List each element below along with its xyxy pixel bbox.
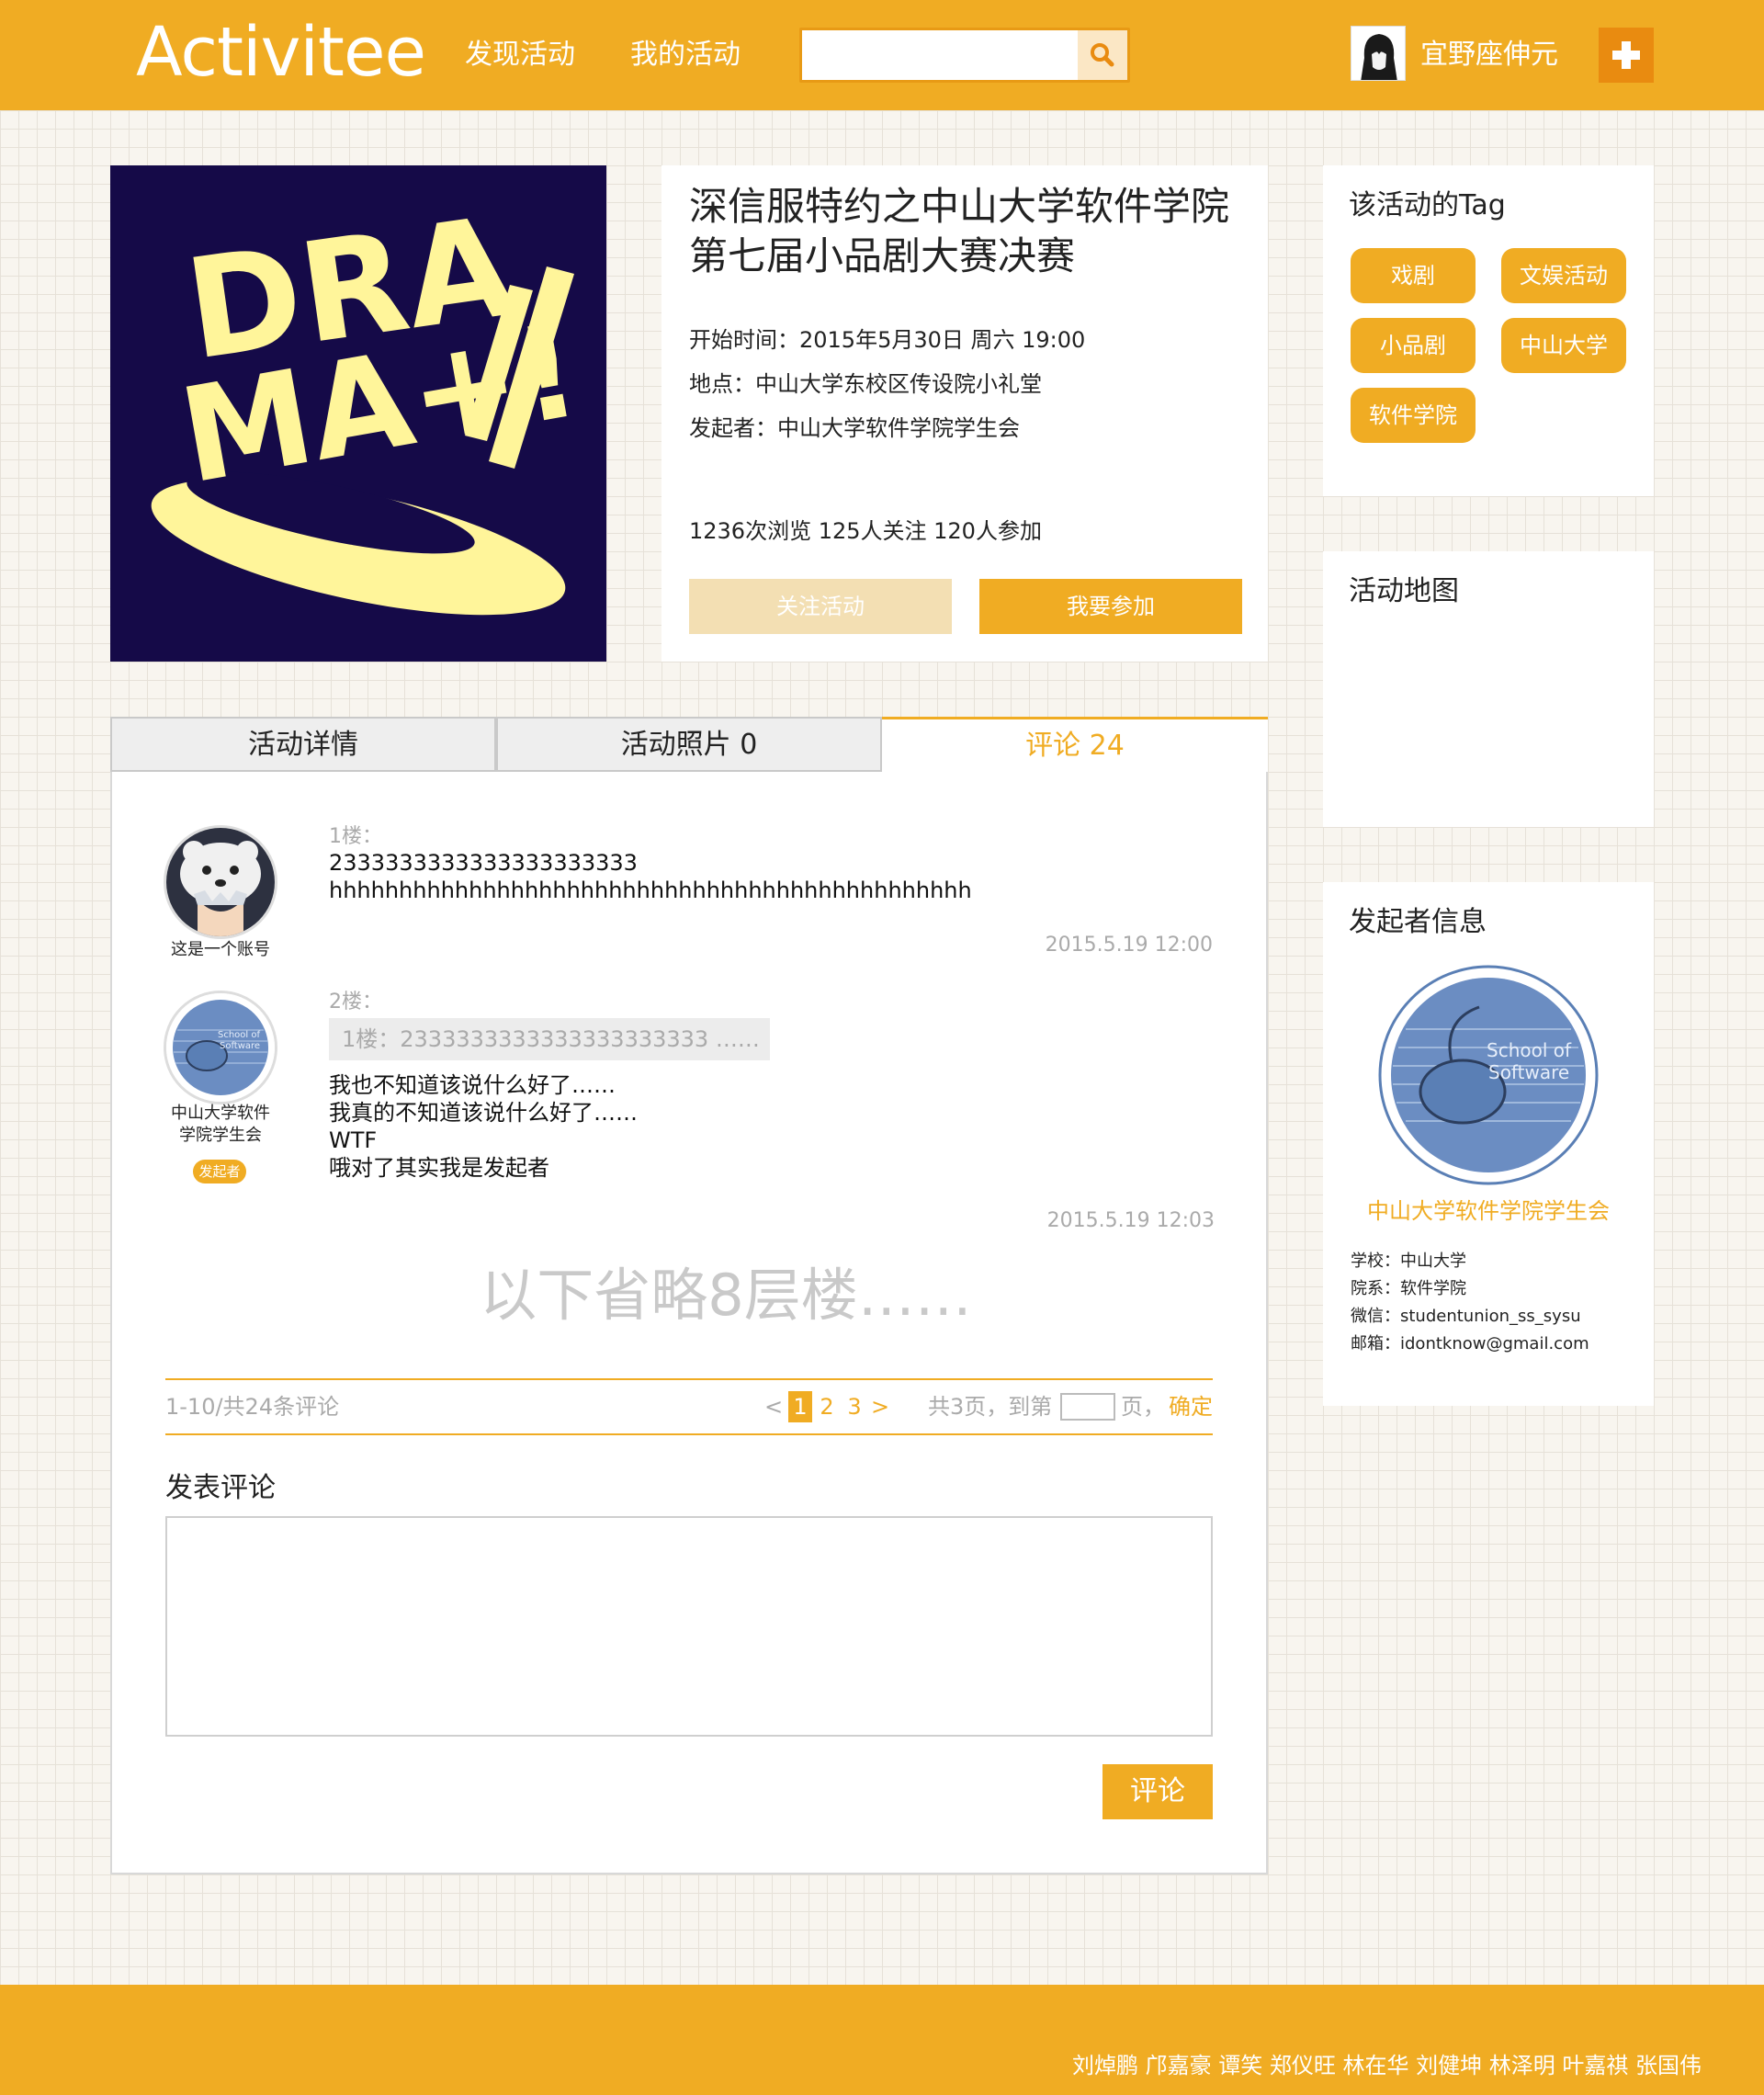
next-page-button[interactable]: > [871,1391,889,1422]
comment-line: 2333333333333333333333 [329,850,638,876]
organizer-email: 邮箱：idontknow@gmail.com [1351,1334,1589,1353]
footer-credits: 刘焯鹏 邝嘉豪 谭笑 郑仪旺 林在华 刘健坤 林泽明 叶嘉祺 张国伟 [1071,2053,1702,2078]
comment-time: 2015.5.19 12:00 [1045,934,1213,957]
top-navbar: Activitee 发现活动 我的活动 宜野座伸元 [0,0,1764,110]
quoted-comment: 1楼：2333333333333333333333 …… [329,1018,770,1060]
omitted-floors-notice: 以下省略8层楼…… [480,1262,972,1329]
comment-time: 2015.5.19 12:03 [1046,1209,1215,1232]
comment-line: hhhhhhhhhhhhhhhhhhhhhhhhhhhhhhhhhhhhhhhh… [329,878,972,903]
event-poster: DRA MA+! [110,165,606,662]
search-icon [1091,43,1114,67]
organizer-wechat: 微信：studentunion_ss_sysu [1351,1307,1581,1326]
comment-floor: 2楼： [329,991,382,1014]
event-organizer: 发起者：中山大学软件学院学生会 [689,415,1020,441]
organizer-department: 院系：软件学院 [1351,1279,1466,1298]
anime-avatar-image [166,828,275,936]
comment-line: 我真的不知道该说什么好了…… [329,1100,638,1126]
event-title: 深信服特约之中山大学软件学院 第七届小品剧大赛决赛 [689,182,1277,281]
tab-activity-photos[interactable]: 活动照片 0 [496,717,882,772]
comment-author-line2: 学院学生会 [179,1126,262,1145]
comment-count-summary: 1-10/共24条评论 [165,1394,340,1420]
page-1-button[interactable]: 1 [788,1391,812,1422]
organizer-school: 学校：中山大学 [1351,1251,1466,1271]
comment-floor: 1楼： [329,825,382,848]
tag-sketch[interactable]: 小品剧 [1351,318,1476,373]
tag-drama[interactable]: 戏剧 [1351,248,1476,303]
app-logo[interactable]: Activitee [136,11,426,94]
page-suffix-text: 页， [1121,1394,1165,1420]
drama-poster-image: DRA MA+! [110,165,606,662]
svg-text:Software: Software [1488,1061,1569,1083]
comment-line: WTF [329,1127,378,1153]
map-panel: 活动地图 [1323,551,1654,827]
footer: 刘焯鹏 邝嘉豪 谭笑 郑仪旺 林在华 刘健坤 林泽明 叶嘉祺 张国伟 [0,1985,1764,2095]
follow-activity-button[interactable]: 关注活动 [689,579,952,634]
page-2-button[interactable]: 2 [816,1391,838,1422]
event-title-line2: 第七届小品剧大赛决赛 [689,233,1076,278]
comment-author-line1: 中山大学软件 [171,1104,270,1123]
school-of-software-avatar: School of Software [166,993,275,1102]
school-of-software-logo: School of Software [1378,965,1599,1185]
tab-activity-details[interactable]: 活动详情 [110,717,496,772]
comment-author[interactable]: 这是一个账号 [138,939,303,961]
pagination-divider-bottom [165,1433,1213,1435]
goto-page-confirm[interactable]: 确定 [1169,1391,1213,1422]
event-location: 地点：中山大学东校区传设院小礼堂 [689,371,1042,397]
organizer-name[interactable]: 中山大学软件学院学生会 [1323,1195,1654,1228]
submit-comment-button[interactable]: 评论 [1102,1764,1213,1819]
comment-textarea[interactable] [165,1516,1213,1737]
user-avatar-image [1351,27,1405,80]
event-stats: 1236次浏览 125人关注 120人参加 [689,518,1042,544]
comment-line: 哦对了其实我是发起者 [329,1155,549,1181]
tag-entertainment[interactable]: 文娱活动 [1501,248,1626,303]
organizer-panel: 发起者信息 School of Software 中山大学软件学院学生会 学校：… [1323,882,1654,1406]
search-input[interactable] [802,30,1078,80]
svg-text:Software: Software [220,1041,260,1051]
comment-avatar[interactable] [164,825,277,939]
comment-line: 我也不知道该说什么好了…… [329,1072,616,1098]
user-name[interactable]: 宜野座伸元 [1420,35,1558,75]
post-comment-title: 发表评论 [165,1472,276,1504]
tag-software-school[interactable]: 软件学院 [1351,388,1476,443]
organizer-panel-title: 发起者信息 [1349,906,1487,938]
prev-page-button[interactable]: < [764,1391,783,1422]
goto-page-input[interactable] [1060,1393,1115,1421]
svg-text:School of: School of [1487,1039,1572,1061]
create-activity-button[interactable] [1599,28,1654,83]
comment-avatar[interactable]: School of Software [164,991,277,1104]
event-info-card: 深信服特约之中山大学软件学院 第七届小品剧大赛决赛 开始时间：2015年5月30… [662,165,1268,662]
page-3-button[interactable]: 3 [843,1391,865,1422]
organizer-badge: 发起者 [193,1160,246,1183]
pagination-divider-top [165,1378,1213,1380]
tags-panel-title: 该活动的Tag [1349,189,1506,221]
search-box [799,28,1130,83]
tab-comments[interactable]: 评论 24 [882,717,1268,772]
map-panel-title: 活动地图 [1349,575,1459,607]
svg-text:School of: School of [218,1030,260,1040]
total-pages-text: 共3页，到第 [928,1394,1053,1420]
comment-author[interactable]: 中山大学软件 学院学生会 [138,1103,303,1147]
tags-panel: 该活动的Tag 戏剧 文娱活动 小品剧 中山大学 软件学院 [1323,165,1654,496]
search-button[interactable] [1078,30,1127,80]
organizer-logo[interactable]: School of Software [1378,965,1599,1185]
tag-sysu[interactable]: 中山大学 [1501,318,1626,373]
nav-my-activities[interactable]: 我的活动 [630,35,741,75]
join-activity-button[interactable]: 我要参加 [979,579,1242,634]
plus-icon [1612,41,1640,69]
user-avatar[interactable] [1351,26,1406,81]
event-title-line1: 深信服特约之中山大学软件学院 [689,184,1230,229]
nav-discover-activities[interactable]: 发现活动 [465,35,575,75]
event-start-time: 开始时间：2015年5月30日 周六 19:00 [689,327,1086,353]
